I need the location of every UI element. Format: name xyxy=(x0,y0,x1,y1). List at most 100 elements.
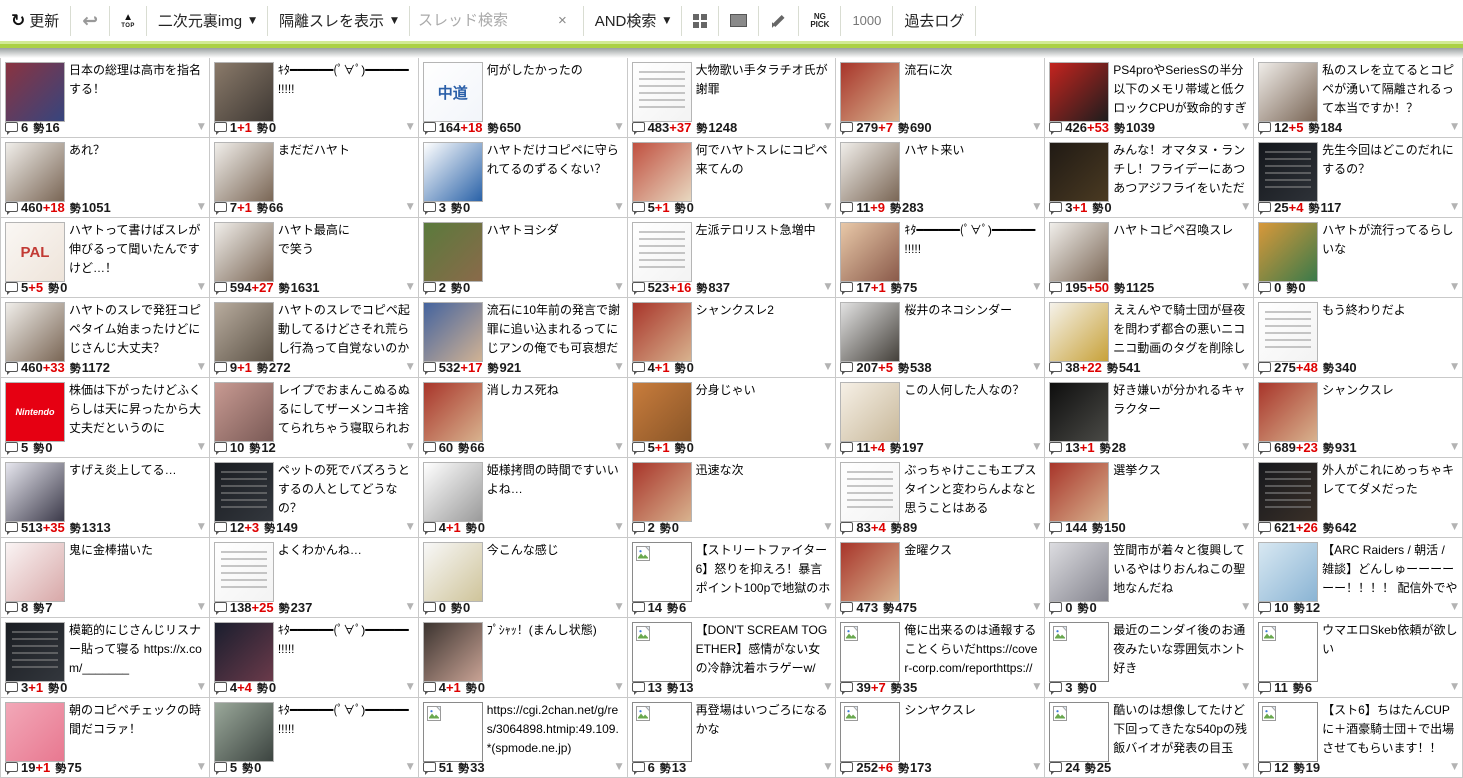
nintendo-logo[interactable]: Nintendo xyxy=(5,382,65,442)
tweet-screenshot[interactable] xyxy=(632,222,692,282)
thread-card[interactable]: すげえ炎上してる… 513 +35 勢 1313 ▼ xyxy=(1,458,210,538)
solid-view-button[interactable] xyxy=(719,0,758,41)
card-menu-arrow[interactable]: ▼ xyxy=(407,522,414,532)
card-menu-arrow[interactable]: ▼ xyxy=(825,762,832,772)
comic-panel[interactable] xyxy=(423,542,483,602)
thread-card[interactable]: レイプでおまんこぬるぬるにしてザーメンコキ捨てられちゃう寝取られお 10 勢 1… xyxy=(210,378,419,458)
thread-card[interactable]: シャンクスレ2 4 +1 勢 0 ▼ xyxy=(628,298,837,378)
broken-image-placeholder[interactable] xyxy=(632,622,692,682)
card-menu-arrow[interactable]: ▼ xyxy=(198,362,205,372)
thread-card[interactable]: Nintendo 株価は下がったけどふくらしは天に昇ったから大丈夫だというのに … xyxy=(1,378,210,458)
card-menu-arrow[interactable]: ▼ xyxy=(1242,762,1249,772)
thread-card[interactable]: シャンクスレ 689 +23 勢 931 ▼ xyxy=(1254,378,1463,458)
broken-image-placeholder[interactable] xyxy=(423,702,483,762)
hayato-avatar[interactable] xyxy=(840,142,900,202)
card-menu-arrow[interactable]: ▼ xyxy=(1242,602,1249,612)
thread-card[interactable]: 消しカス死ね 60 勢 66 ▼ xyxy=(419,378,628,458)
card-menu-arrow[interactable]: ▼ xyxy=(198,682,205,692)
thread-card[interactable]: 桜井のネコシンダー 207 +5 勢 538 ▼ xyxy=(836,298,1045,378)
card-menu-arrow[interactable]: ▼ xyxy=(407,682,414,692)
card-menu-arrow[interactable]: ▼ xyxy=(1451,362,1458,372)
card-menu-arrow[interactable]: ▼ xyxy=(1033,442,1040,452)
card-menu-arrow[interactable]: ▼ xyxy=(1451,282,1458,292)
pal-album-cover[interactable]: PAL xyxy=(5,222,65,282)
thread-card[interactable]: 【DON'T SCREAM TOGETHER】感情がない女の冷静沈着ホラゲーw/… xyxy=(628,618,837,698)
board-select[interactable]: 二次元裏img ▼ xyxy=(147,0,267,41)
sakurai-photo[interactable] xyxy=(840,302,900,362)
thread-card[interactable]: 選挙クス 144 勢 150 ▼ xyxy=(1045,458,1254,538)
card-menu-arrow[interactable]: ▼ xyxy=(1033,602,1040,612)
pink-chibi-girl[interactable] xyxy=(5,702,65,762)
thread-card[interactable]: ええんやで騎士団が昼夜を問わず都合の悪いニコニコ動画のタグを削除し 38 +22… xyxy=(1045,298,1254,378)
thread-card[interactable]: まだだハヤト 7 +1 勢 66 ▼ xyxy=(210,138,419,218)
card-menu-arrow[interactable]: ▼ xyxy=(1242,682,1249,692)
thread-card[interactable]: 【ARC Raiders / 朝活 / 雑談】どんしゅーーーーーー！！！！ 配信… xyxy=(1254,538,1463,618)
thread-card[interactable]: PAL ハヤトって書けばスレが伸びるって聞いたんですけど…！ 5 +5 勢 0 … xyxy=(1,218,210,298)
card-menu-arrow[interactable]: ▼ xyxy=(616,442,623,452)
thread-card[interactable]: 俺に出来るのは通報することくらいだhttps://cover-corp.com/… xyxy=(836,618,1045,698)
thread-card[interactable]: シンヤクスレ 252 +6 勢 173 ▼ xyxy=(836,698,1045,778)
card-menu-arrow[interactable]: ▼ xyxy=(407,122,414,132)
chibi-girl-art[interactable] xyxy=(423,622,483,682)
shanks-face[interactable] xyxy=(632,302,692,362)
card-menu-arrow[interactable]: ▼ xyxy=(616,682,623,692)
card-menu-arrow[interactable]: ▼ xyxy=(1451,602,1458,612)
card-menu-arrow[interactable]: ▼ xyxy=(198,522,205,532)
thread-card[interactable]: 【ストリートファイター6】怒りを抑えろ！暴言ポイント100pで地獄のホラ 14 … xyxy=(628,538,837,618)
hayato-avatar[interactable] xyxy=(5,302,65,362)
thread-card[interactable]: 好き嫌いが分かれるキャラクター 13 +1 勢 28 ▼ xyxy=(1045,378,1254,458)
card-menu-arrow[interactable]: ▼ xyxy=(198,762,205,772)
broken-image-placeholder[interactable] xyxy=(632,542,692,602)
thread-card[interactable]: ハヤト最高に で笑う 594 +27 勢 1631 ▼ xyxy=(210,218,419,298)
two-anime-faces[interactable] xyxy=(5,462,65,522)
anime-red-character[interactable] xyxy=(632,142,692,202)
card-menu-arrow[interactable]: ▼ xyxy=(198,442,205,452)
hayato-avatar[interactable] xyxy=(214,142,274,202)
card-menu-arrow[interactable]: ▼ xyxy=(825,442,832,452)
back-button[interactable]: ↩ xyxy=(71,0,109,41)
hayato-avatar[interactable] xyxy=(214,222,274,282)
thread-card[interactable]: みんな！オマタヌ・ランチし！フライデーにあつあつアジフライをいただ 3 +1 勢… xyxy=(1045,138,1254,218)
broken-image-placeholder[interactable] xyxy=(632,702,692,762)
thread-card[interactable]: 再登場はいつごろになるかな 6 勢 13 ▼ xyxy=(628,698,837,778)
thread-card[interactable]: https://cgi.2chan.net/g/res/3064898.htmi… xyxy=(419,698,628,778)
view-mode-select[interactable]: 隔離スレを表示 ▼ xyxy=(268,0,409,41)
dark-tweet-screenshot[interactable] xyxy=(1258,462,1318,522)
thread-card[interactable]: 先生今回はどこのだれにするの？ 25 +4 勢 117 ▼ xyxy=(1254,138,1463,218)
whale-rainbow-logo[interactable] xyxy=(423,142,483,202)
grid-view-button[interactable] xyxy=(682,0,718,41)
card-menu-arrow[interactable]: ▼ xyxy=(1242,282,1249,292)
thread-card[interactable]: 中道 何がしたかったの 164 +18 勢 650 ▼ xyxy=(419,58,628,138)
card-menu-arrow[interactable]: ▼ xyxy=(825,362,832,372)
card-menu-arrow[interactable]: ▼ xyxy=(1242,522,1249,532)
card-menu-arrow[interactable]: ▼ xyxy=(407,602,414,612)
tweet-screenshot[interactable] xyxy=(632,62,692,122)
card-menu-arrow[interactable]: ▼ xyxy=(1451,202,1458,212)
card-menu-arrow[interactable]: ▼ xyxy=(1033,202,1040,212)
thread-card[interactable]: ハヤトのスレでコピペ起動してるけどさそれ荒らし行為って自覚ないのか 9 +1 勢… xyxy=(210,298,419,378)
card-menu-arrow[interactable]: ▼ xyxy=(1033,682,1040,692)
thread-card[interactable]: あれ？ 460 +18 勢 1051 ▼ xyxy=(1,138,210,218)
hayato-avatar[interactable] xyxy=(5,142,65,202)
broken-image-placeholder[interactable] xyxy=(1049,622,1109,682)
refresh-button[interactable]: ↻ 更新 xyxy=(0,0,70,41)
sketch-drawing[interactable] xyxy=(5,542,65,602)
thread-limit-field[interactable]: 1000 xyxy=(841,0,892,41)
blurry-photo[interactable] xyxy=(214,382,274,442)
gold-medal-emblem[interactable] xyxy=(1049,302,1109,362)
manga-panel[interactable] xyxy=(840,382,900,442)
thread-card[interactable]: 最近のニンダイ後のお通夜みたいな雰囲気ホント好き 3 勢 0 ▼ xyxy=(1045,618,1254,698)
thread-card[interactable]: 金曜クス 473 勢 475 ▼ xyxy=(836,538,1045,618)
dark-scene-photo[interactable] xyxy=(214,622,274,682)
card-menu-arrow[interactable]: ▼ xyxy=(825,682,832,692)
card-menu-arrow[interactable]: ▼ xyxy=(198,202,205,212)
thread-card[interactable]: ハヤトヨシダ 2 勢 0 ▼ xyxy=(419,218,628,298)
thread-card[interactable]: ウマエロSkeb依頼が欲しい 11 勢 6 ▼ xyxy=(1254,618,1463,698)
card-menu-arrow[interactable]: ▼ xyxy=(616,602,623,612)
shanks-face[interactable] xyxy=(423,382,483,442)
broken-image-placeholder[interactable] xyxy=(1258,702,1318,762)
shanks-face[interactable] xyxy=(632,462,692,522)
card-menu-arrow[interactable]: ▼ xyxy=(616,762,623,772)
document-screenshot[interactable] xyxy=(214,542,274,602)
card-menu-arrow[interactable]: ▼ xyxy=(1033,362,1040,372)
